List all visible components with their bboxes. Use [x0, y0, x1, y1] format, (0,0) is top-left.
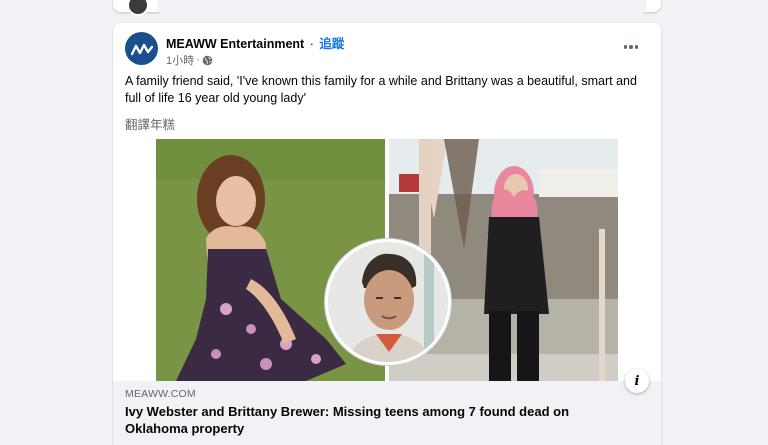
translate-link[interactable]: 翻譯年糕	[125, 114, 175, 133]
globe-icon[interactable]	[202, 55, 213, 66]
link-preview-image[interactable]	[113, 139, 661, 381]
link-info[interactable]: MEAWW.COM Ivy Webster and Brittany Brewe…	[113, 369, 661, 445]
user-avatar[interactable]	[127, 0, 149, 16]
post-text: A family friend said, 'I've known this f…	[125, 74, 637, 105]
post-header: MEAWW Entertainment · 追蹤 1小時 ·	[125, 32, 649, 68]
previous-post-card	[113, 0, 661, 16]
more-options-icon[interactable]	[619, 40, 643, 54]
meaww-logo-icon	[130, 43, 153, 55]
meta-separator: ·	[196, 54, 200, 66]
page-name-link[interactable]: MEAWW Entertainment	[166, 37, 304, 51]
post-card: MEAWW Entertainment · 追蹤 1小時 · A family …	[113, 23, 661, 445]
comment-input[interactable]	[157, 0, 647, 16]
link-domain: MEAWW.COM	[125, 388, 196, 400]
post-timestamp[interactable]: 1小時	[166, 52, 194, 68]
page-avatar[interactable]	[125, 32, 158, 65]
follow-button[interactable]: 追蹤	[319, 37, 344, 51]
name-separator: ·	[309, 37, 314, 51]
page-name-row: MEAWW Entertainment · 追蹤	[166, 33, 344, 52]
post-meta: 1小時 ·	[166, 52, 213, 68]
mugshot-inset	[325, 239, 451, 365]
info-icon[interactable]: i	[625, 369, 649, 393]
link-headline[interactable]: Ivy Webster and Brittany Brewer: Missing…	[125, 403, 615, 437]
